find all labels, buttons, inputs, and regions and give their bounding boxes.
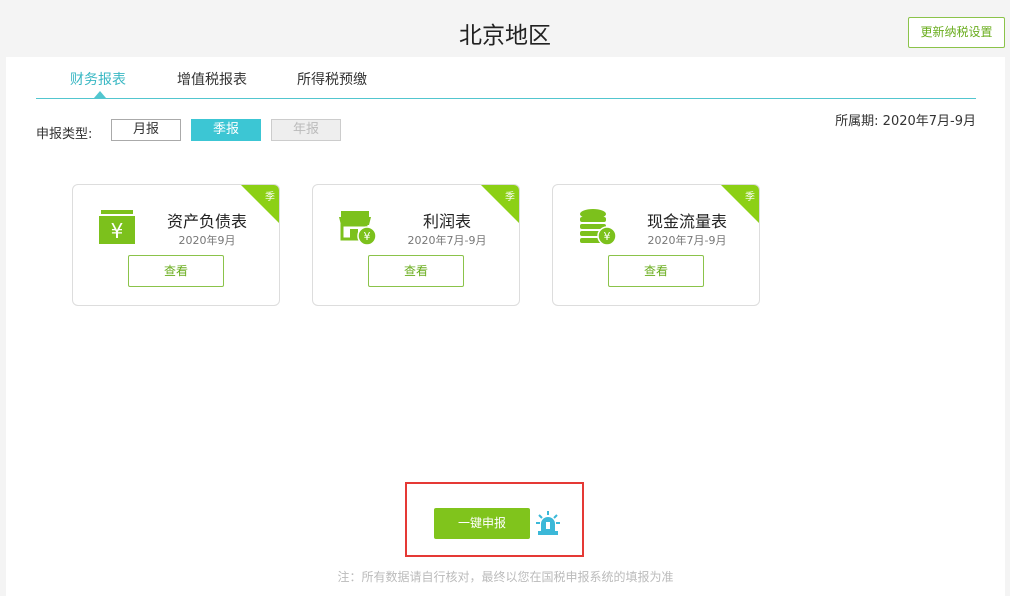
coin-stack-icon: ¥	[580, 209, 617, 246]
report-card-cash-flow: 季 ¥ 现金流量表 2020年7月-9月 查看	[552, 184, 760, 306]
active-tab-indicator	[94, 91, 106, 98]
quarter-badge-label: 季	[265, 192, 275, 203]
tab-vat-reports[interactable]: 增值税报表	[177, 69, 247, 89]
page-title: 北京地区	[459, 23, 551, 49]
money-bag-icon: ¥	[99, 210, 135, 244]
view-button[interactable]: 查看	[608, 255, 704, 287]
tab-bar: 财务报表 增值税报表 所得税预缴	[36, 57, 976, 99]
card-title: 利润表	[422, 212, 471, 231]
one-click-submit-button[interactable]: 一键申报	[434, 508, 530, 539]
main-panel: 财务报表 增值税报表 所得税预缴 申报类型: 月报 季报 年报 所属期: 202…	[6, 57, 1005, 596]
card-date: 2020年9月	[178, 234, 236, 247]
header: 北京地区 更新纳税设置	[0, 0, 1010, 57]
annual-report-button: 年报	[271, 119, 341, 141]
update-tax-settings-button[interactable]: 更新纳税设置	[908, 17, 1005, 48]
card-title: 资产负债表	[166, 212, 247, 231]
card-title: 现金流量表	[646, 212, 727, 231]
monthly-report-button[interactable]: 月报	[111, 119, 181, 141]
svg-text:¥: ¥	[364, 230, 371, 243]
report-type-label: 申报类型:	[36, 127, 93, 142]
report-card-balance-sheet: 季 ¥ 资产负债表 2020年9月 查看	[72, 184, 280, 306]
quarter-badge-label: 季	[745, 192, 755, 203]
period-text: 所属期: 2020年7月-9月	[835, 114, 976, 129]
quarterly-report-button[interactable]: 季报	[191, 119, 261, 141]
tab-financial-statements[interactable]: 财务报表	[70, 69, 126, 89]
view-button[interactable]: 查看	[368, 255, 464, 287]
disclaimer-note: 注：所有数据请自行核对，最终以您在国税申报系统的填报为准	[337, 570, 674, 584]
svg-text:¥: ¥	[111, 219, 124, 243]
alarm-light-icon[interactable]	[536, 510, 560, 536]
view-button[interactable]: 查看	[128, 255, 224, 287]
svg-text:¥: ¥	[604, 230, 611, 243]
quarter-badge-label: 季	[505, 192, 515, 203]
shop-yuan-icon: ¥	[339, 211, 377, 246]
report-card-income-statement: 季 ¥ 利润表 2020年7月-9月 查看	[312, 184, 520, 306]
tab-income-tax-prepay[interactable]: 所得税预缴	[297, 69, 367, 89]
card-date: 2020年7月-9月	[407, 234, 487, 247]
card-date: 2020年7月-9月	[647, 234, 727, 247]
